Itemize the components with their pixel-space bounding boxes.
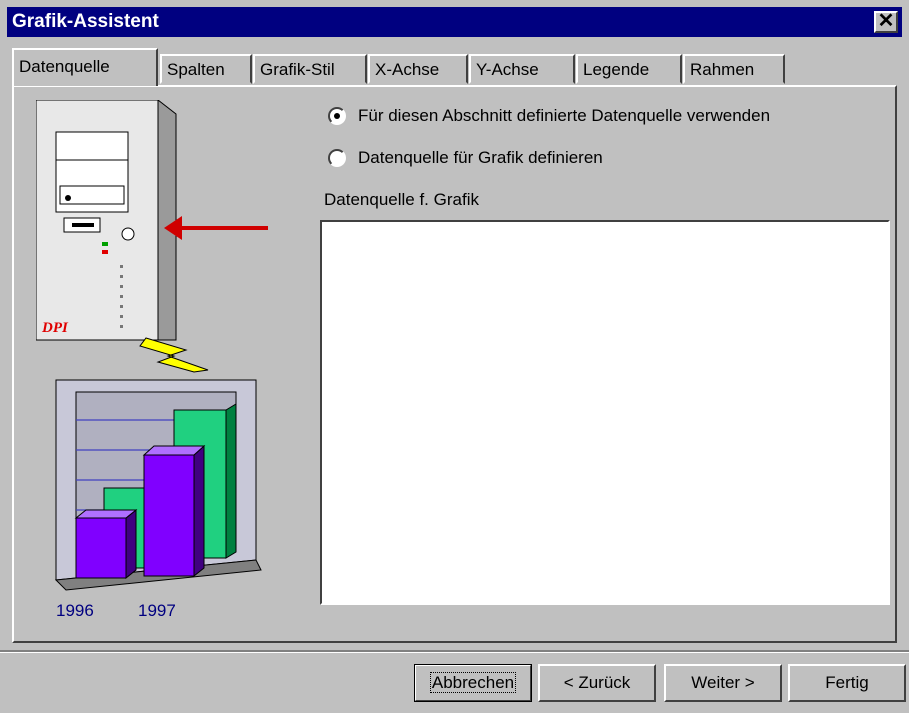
radio-button-checked[interactable]	[328, 107, 346, 125]
radio-button[interactable]	[328, 149, 346, 167]
arrow-left-icon	[164, 216, 268, 240]
radio-use-section-datasource[interactable]: Für diesen Abschnitt definierte Datenque…	[328, 106, 770, 126]
tab-label: Rahmen	[690, 60, 755, 79]
computer-icon: DPI	[36, 100, 177, 341]
button-label: Fertig	[825, 673, 869, 692]
close-icon: ✕	[877, 10, 895, 32]
datasource-label: Datenquelle f. Grafik	[324, 190, 479, 209]
button-label: Weiter >	[691, 673, 755, 692]
tab-legende[interactable]: Legende	[576, 54, 682, 84]
tab-label: Y-Achse	[476, 60, 539, 79]
tab-grafik-stil[interactable]: Grafik-Stil	[253, 54, 367, 84]
chart-icon	[54, 379, 262, 591]
finish-button[interactable]: Fertig	[788, 664, 906, 702]
brand-label: DPI	[41, 320, 69, 336]
tab-rahmen[interactable]: Rahmen	[683, 54, 785, 84]
year-label-1996: 1996	[56, 601, 94, 620]
divider	[0, 650, 909, 653]
next-button[interactable]: Weiter >	[664, 664, 782, 702]
window-title: Grafik-Assistent	[12, 11, 159, 32]
cancel-button[interactable]: Abbrechen	[414, 664, 532, 702]
radio-label: Für diesen Abschnitt definierte Datenque…	[358, 106, 771, 125]
button-label: < Zurück	[563, 673, 631, 692]
tab-y-achse[interactable]: Y-Achse	[469, 54, 575, 84]
computer-chart-illustration: DPI 1996 1997	[36, 100, 268, 620]
title-bar: Grafik-Assistent ✕	[7, 7, 902, 37]
tab-x-achse[interactable]: X-Achse	[368, 54, 468, 84]
lightning-icon	[139, 337, 209, 373]
tab-datenquelle[interactable]: Datenquelle	[12, 48, 158, 86]
close-button[interactable]: ✕	[874, 11, 898, 33]
radio-label: Datenquelle für Grafik definieren	[358, 148, 603, 167]
tab-label: Datenquelle	[19, 57, 110, 76]
tab-label: Legende	[583, 60, 650, 79]
grafik-assistent-dialog: Grafik-Assistent ✕ Datenquelle Spalten G…	[0, 0, 909, 713]
radio-define-graphic-datasource[interactable]: Datenquelle für Grafik definieren	[328, 148, 603, 168]
button-label: Abbrechen	[429, 672, 517, 693]
tab-label: Grafik-Stil	[260, 60, 335, 79]
back-button[interactable]: < Zurück	[538, 664, 656, 702]
tab-label: X-Achse	[375, 60, 440, 79]
tab-spalten[interactable]: Spalten	[160, 54, 252, 84]
year-label-1997: 1997	[138, 601, 176, 620]
datasource-textarea[interactable]	[320, 220, 890, 605]
tab-label: Spalten	[167, 60, 225, 79]
